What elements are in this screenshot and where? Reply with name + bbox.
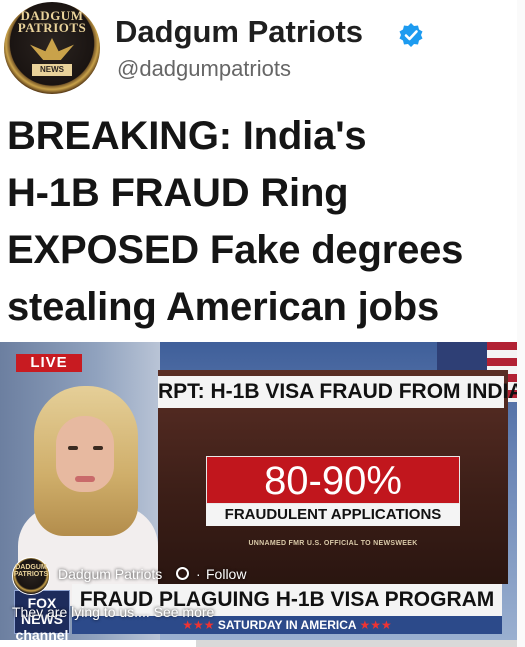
overlay-author-name[interactable]: Dadgum Patriots [58, 566, 162, 582]
video-progress-bar[interactable] [0, 640, 517, 647]
overlay-avatar[interactable]: DADGUM PATRIOTS [12, 557, 50, 595]
follow-button[interactable]: Follow [206, 566, 246, 582]
stat-label: FRAUDULENT APPLICATIONS [206, 504, 460, 526]
news-graphic: RPT: H-1B VISA FRAUD FROM INDIA 80-90% F… [158, 370, 517, 584]
headline-line: H-1B FRAUD Ring [7, 171, 349, 215]
overlay-avatar-text: DADGUM PATRIOTS [13, 564, 49, 578]
page-edge [517, 0, 525, 647]
headline-line: EXPOSED Fake degrees [7, 228, 464, 272]
eagle-icon [30, 38, 74, 60]
anchor-eye [93, 446, 103, 450]
globe-icon [176, 567, 189, 580]
verified-check-icon [399, 23, 423, 47]
anchor-lips [75, 476, 95, 482]
account-name[interactable]: Dadgum Patriots [115, 14, 363, 50]
video-progress-fill [0, 640, 197, 647]
headline-line: stealing American jobs [7, 285, 440, 329]
account-avatar[interactable]: DADGUM PATRIOTS NEWS [4, 2, 100, 94]
social-post: DADGUM PATRIOTS NEWS Dadgum Patriots @da… [0, 0, 525, 647]
see-more-link[interactable]: See more [154, 604, 215, 620]
stars-left: ★★★ [182, 618, 215, 632]
post-headline: BREAKING: India's H-1B FRAUD Ring EXPOSE… [7, 108, 517, 336]
graphic-title: RPT: H-1B VISA FRAUD FROM INDIA [158, 376, 517, 408]
caption-text: They are lying to us.... [12, 604, 150, 620]
live-badge: LIVE [16, 354, 82, 372]
show-name: SATURDAY IN AMERICA [217, 618, 357, 632]
headline-line: BREAKING: India's [7, 114, 367, 158]
embedded-video[interactable]: LIVE RPT: H-1B VISA FRAUD FROM INDIA 80-… [0, 342, 517, 640]
avatar-logo-text: DADGUM PATRIOTS [17, 8, 87, 35]
separator-dot: · [196, 566, 201, 582]
stars-right: ★★★ [359, 618, 392, 632]
anchor-eye [68, 446, 78, 450]
source-note: UNNAMED FMR U.S. OFFICIAL TO NEWSWEEK [248, 540, 418, 547]
stat-value: 80-90% [206, 456, 460, 504]
account-handle[interactable]: @dadgumpatriots [117, 56, 291, 82]
post-caption: They are lying to us.... See more [12, 604, 214, 620]
avatar-news-banner: NEWS [32, 64, 72, 76]
